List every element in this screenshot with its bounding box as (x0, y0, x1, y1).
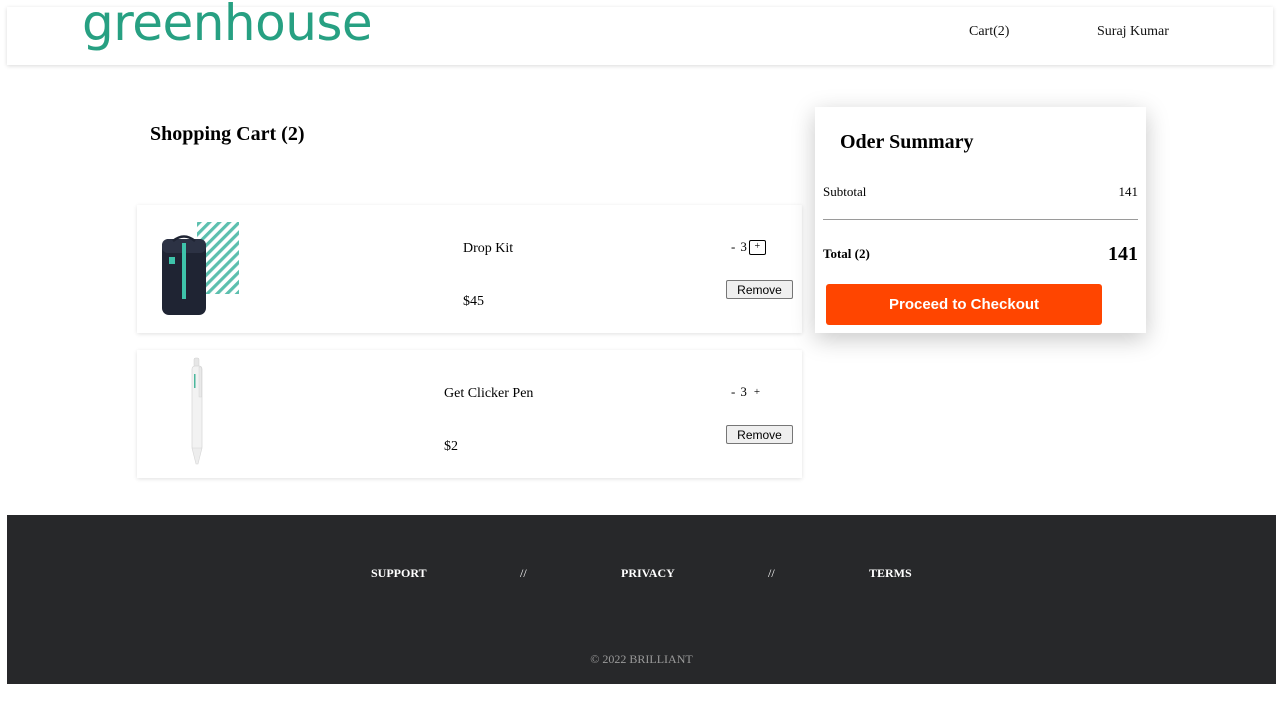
qty-decrease-button[interactable]: - (731, 239, 735, 255)
qty-increase-button[interactable]: + (748, 239, 766, 255)
nav-cart-link[interactable]: Cart(2) (969, 24, 1009, 40)
subtotal-label: Subtotal (823, 184, 867, 199)
quantity-stepper: - 3 + (731, 239, 766, 255)
total-value: 141 (1108, 243, 1138, 265)
cart-item-clicker-pen: Get Clicker Pen $2 - 3 + Remove (137, 350, 802, 478)
cart-item-drop-kit: Drop Kit $45 - 3 + Remove (137, 205, 802, 333)
summary-divider (823, 219, 1138, 220)
footer-link-privacy[interactable]: PRIVACY (621, 566, 675, 581)
remove-button[interactable]: Remove (726, 280, 793, 299)
remove-button[interactable]: Remove (726, 425, 793, 444)
qty-increase-button[interactable]: + (754, 386, 760, 398)
greenhouse-logo[interactable]: greenhouse (82, 0, 373, 48)
qty-value: 3 (740, 384, 747, 399)
drop-kit-image (162, 222, 239, 315)
quantity-stepper: - 3 + (731, 384, 760, 400)
navbar: greenhouse Cart(2) Suraj Kumar (7, 0, 1273, 65)
footer-separator: // (520, 566, 527, 580)
page-title: Shopping Cart (2) (150, 123, 305, 145)
subtotal-value: 141 (1118, 184, 1139, 199)
item-name: Get Clicker Pen (444, 386, 534, 401)
proceed-to-checkout-button[interactable]: Proceed to Checkout (826, 284, 1102, 325)
order-summary: Oder Summary Subtotal 141 Total (2) 141 … (815, 107, 1146, 333)
clicker-pen-image (191, 357, 203, 465)
summary-title: Oder Summary (840, 131, 974, 153)
total-label: Total (2) (823, 246, 870, 261)
nav-user-name[interactable]: Suraj Kumar (1097, 24, 1169, 40)
item-price: $2 (444, 439, 458, 454)
item-price: $45 (463, 294, 484, 309)
footer-link-support[interactable]: SUPPORT (371, 566, 427, 581)
qty-value: 3 (740, 239, 747, 254)
item-name: Drop Kit (463, 241, 514, 256)
qty-decrease-button[interactable]: - (731, 384, 735, 400)
footer-separator: // (768, 566, 775, 580)
copyright-text: © 2022 BRILLIANT (590, 652, 693, 666)
footer: SUPPORT // PRIVACY // TERMS © 2022 BRILL… (7, 515, 1276, 684)
footer-link-terms[interactable]: TERMS (869, 566, 912, 581)
